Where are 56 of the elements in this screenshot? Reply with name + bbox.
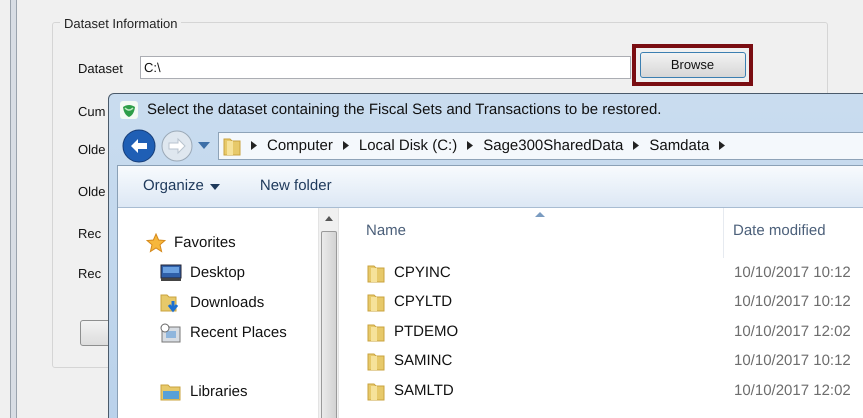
- date-cell-text: 10/10/2017 10:12: [733, 351, 851, 371]
- date-cell-text: 10/10/2017 12:02: [733, 380, 851, 400]
- nav-item[interactable]: Recent Places: [146, 318, 318, 348]
- folder-icon: [367, 322, 385, 342]
- breadcrumb-arrow-icon: [251, 141, 257, 150]
- sort-arrow-icon: [535, 212, 545, 217]
- folder-icon: [367, 351, 385, 372]
- scroll-up-icon[interactable]: [324, 216, 332, 221]
- back-button[interactable]: [122, 128, 156, 163]
- toolbar-button[interactable]: New folder: [260, 175, 332, 198]
- column-header[interactable]: Name: [339, 208, 724, 258]
- folder-icon: [367, 262, 385, 283]
- breadcrumb-arrow-icon: [633, 141, 640, 150]
- breadcrumb-arrow-icon: [342, 141, 349, 150]
- field-label: Rec: [78, 225, 102, 243]
- monitor-icon: [160, 264, 182, 282]
- dialog-title: Select the dataset containing the Fiscal Sets and Transactions to be restored.: [147, 100, 662, 120]
- folder-icon: [367, 380, 385, 401]
- libraries-icon: [160, 382, 182, 402]
- caret-icon: [210, 184, 220, 190]
- nav-item[interactable]: Favorites: [146, 228, 318, 258]
- dataset-field[interactable]: C:\: [140, 56, 631, 79]
- field-label: Olde: [78, 141, 106, 159]
- date-cell-text: 10/10/2017 10:12: [733, 292, 851, 312]
- breadcrumb-item[interactable]: Sage300SharedData: [483, 134, 624, 158]
- date-cell-text: 10/10/2017 10:12: [733, 262, 851, 282]
- file-name[interactable]: CPYLTD: [394, 291, 452, 314]
- folder-icon: [367, 292, 385, 312]
- field-label: Rec: [78, 265, 102, 283]
- toolbar-button[interactable]: Organize: [143, 175, 220, 198]
- file-name[interactable]: SAMLTD: [394, 380, 454, 402]
- date-cell-text: 10/10/2017 12:02: [733, 322, 851, 342]
- nav-item[interactable]: Downloads: [146, 288, 318, 318]
- folder-icon: [223, 136, 241, 156]
- star-icon: [146, 233, 166, 253]
- field-label: Olde: [78, 183, 106, 201]
- recent-places-icon: [160, 323, 182, 343]
- dataset-label: Dataset: [78, 60, 123, 78]
- field-label: Cum: [78, 103, 106, 121]
- file-name[interactable]: PTDEMO: [394, 320, 458, 343]
- scroll-thumb[interactable]: [320, 231, 336, 418]
- app-icon: [120, 101, 138, 120]
- address-bar[interactable]: Computer Local Disk (C:) Sage300SharedData Samdata: [218, 132, 863, 160]
- breadcrumb-item[interactable]: Computer: [267, 134, 333, 158]
- nav-item[interactable]: Desktop: [146, 258, 318, 288]
- breadcrumb-item[interactable]: Local Disk (C:): [358, 134, 458, 158]
- scrollbar[interactable]: [318, 208, 339, 418]
- breadcrumb-arrow-icon: [467, 141, 474, 150]
- history-dropdown-icon[interactable]: [198, 142, 210, 150]
- breadcrumb-arrow-icon: [719, 141, 726, 150]
- nav-item[interactable]: Libraries: [146, 377, 318, 407]
- browse-button[interactable]: Browse: [640, 52, 746, 78]
- file-name[interactable]: CPYINC: [394, 262, 451, 284]
- breadcrumb-item[interactable]: Samdata: [649, 134, 710, 158]
- column-header[interactable]: Date modified: [724, 208, 826, 258]
- file-name[interactable]: SAMINC: [394, 350, 452, 372]
